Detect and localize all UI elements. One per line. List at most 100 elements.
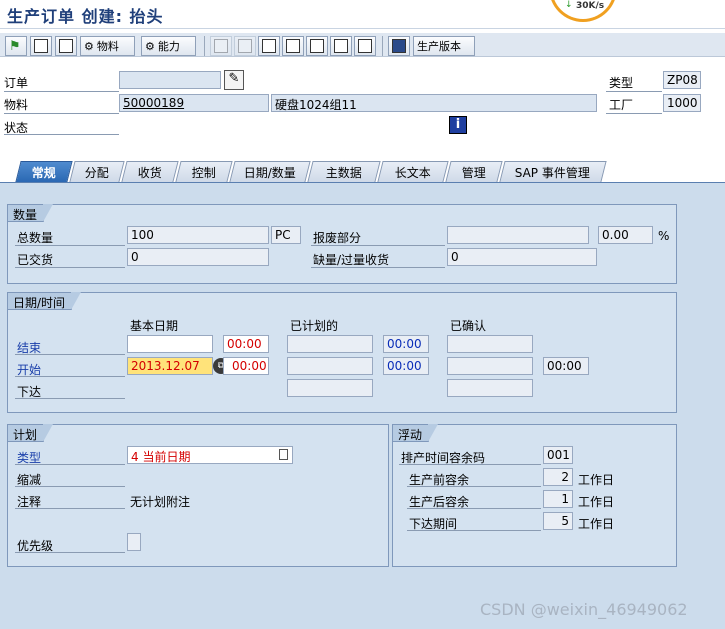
- start-confirmed-date: [447, 357, 533, 375]
- sequences-button[interactable]: [258, 36, 280, 56]
- operations-button[interactable]: [210, 36, 232, 56]
- after-underline: [407, 508, 541, 509]
- header-button[interactable]: [234, 36, 256, 56]
- finish-scheduled-time: 00:00: [383, 335, 429, 353]
- hierarchy-button[interactable]: [282, 36, 304, 56]
- margin-key-field: 001: [543, 446, 573, 464]
- tab-control[interactable]: 控制: [175, 161, 233, 182]
- finish-confirmed-date: [447, 335, 533, 353]
- order-underline: [4, 91, 119, 92]
- overview-icon: [392, 39, 406, 53]
- start-scheduled-time: 00:00: [383, 357, 429, 375]
- components-icon: ⚙: [84, 39, 94, 53]
- title-divider: [0, 28, 725, 29]
- package-button[interactable]: [354, 36, 376, 56]
- overview-button[interactable]: [388, 36, 410, 56]
- scrap-percent-field: 0.00: [598, 226, 653, 244]
- note-underline: [15, 508, 125, 509]
- scrap-field: [447, 226, 589, 244]
- float-after-unit: 工作日: [578, 495, 615, 509]
- finish-underline: [15, 354, 125, 355]
- release-confirmed-date: [447, 379, 533, 397]
- total-underline: [15, 245, 125, 246]
- plant-underline: [606, 113, 662, 114]
- info-icon[interactable]: i: [449, 116, 467, 134]
- display-doc-button[interactable]: [30, 36, 52, 56]
- type-label: 类型: [609, 76, 634, 90]
- capacity-button-label: 能力: [157, 40, 180, 53]
- start-time-input[interactable]: 00:00: [223, 357, 269, 375]
- status-underline: [4, 134, 119, 135]
- reduction-underline: [15, 486, 125, 487]
- short-excess-label: 缺量/过量收货: [313, 253, 390, 267]
- total-quantity-field: 100: [127, 226, 269, 244]
- finish-scheduled-date: [287, 335, 373, 353]
- start-date-input[interactable]: 2013.12.07: [127, 357, 213, 375]
- material-description: 硬盘1024组11: [271, 94, 597, 112]
- toolbar-separator: [204, 36, 205, 56]
- dropdown-icon[interactable]: [279, 449, 288, 460]
- basic-date-header: 基本日期: [130, 319, 179, 333]
- tab-goods-receipt[interactable]: 收货: [121, 161, 179, 182]
- tab-master-data[interactable]: 主数据: [307, 161, 381, 182]
- order-label: 订单: [4, 76, 29, 90]
- float-group-title: 浮动: [393, 424, 439, 442]
- start-confirmed-time: 00:00: [543, 357, 589, 375]
- type-underline-plan: [15, 464, 125, 465]
- table-button[interactable]: [55, 36, 77, 56]
- short-excess-field: 0: [447, 248, 597, 266]
- flag-button[interactable]: ⚑: [5, 36, 27, 56]
- material-input[interactable]: 50000189: [119, 94, 269, 112]
- start-underline: [15, 376, 125, 377]
- finish-date-input[interactable]: [127, 335, 213, 353]
- scheduled-header: 已计划的: [290, 319, 339, 333]
- order-type-field: ZP08: [663, 71, 701, 89]
- confirmed-header: 已确认: [450, 319, 487, 333]
- network-speed-text: 30K/s: [576, 1, 605, 11]
- download-arrow-icon: ↓: [565, 0, 573, 10]
- dates-group-title: 日期/时间: [8, 292, 82, 310]
- priority-underline: [15, 552, 125, 553]
- material-button[interactable]: ⚙ 物料: [80, 36, 135, 56]
- tab-administration[interactable]: 管理: [445, 161, 503, 182]
- quantity-group-title: 数量: [8, 204, 54, 222]
- tab-dates-quantities[interactable]: 日期/数量: [229, 161, 311, 182]
- production-version-button[interactable]: 生产版本: [413, 36, 475, 56]
- tab-general[interactable]: 常规: [15, 161, 73, 182]
- percent-sign: %: [658, 229, 670, 243]
- docs-button[interactable]: [330, 36, 352, 56]
- release-period-unit: 工作日: [578, 517, 615, 531]
- page-title: 生产订单 创建: 抬头: [7, 7, 164, 26]
- operations-icon: [214, 39, 228, 53]
- grid-icon: [59, 39, 73, 53]
- order-input[interactable]: [119, 71, 221, 89]
- tab-long-text[interactable]: 长文本: [377, 161, 449, 182]
- copy-button[interactable]: [306, 36, 328, 56]
- release-underline: [15, 398, 125, 399]
- document-icon: [34, 39, 48, 53]
- planning-group-title: 计划: [8, 424, 54, 442]
- finish-time-input[interactable]: 00:00: [223, 335, 269, 353]
- type-underline: [606, 91, 662, 92]
- note-value: 无计划附注: [130, 495, 191, 509]
- tab-sap-event-mgmt[interactable]: SAP 事件管理: [499, 161, 607, 182]
- margin-key-underline: [399, 464, 541, 465]
- scrap-underline: [311, 245, 445, 246]
- material-underline: [4, 113, 119, 114]
- edit-pencil-icon[interactable]: ✎: [224, 70, 244, 90]
- unit-field: PC: [271, 226, 301, 244]
- production-version-label: 生产版本: [417, 40, 461, 53]
- start-scheduled-date: [287, 357, 373, 375]
- delivered-field: 0: [127, 248, 269, 266]
- scheduling-type-select[interactable]: 4 当前日期: [127, 446, 293, 464]
- material-button-label: 物料: [96, 40, 119, 53]
- float-before-unit: 工作日: [578, 473, 615, 487]
- tab-assignment[interactable]: 分配: [69, 161, 125, 182]
- plant-field: 1000: [663, 94, 701, 112]
- documents-icon: [334, 39, 348, 53]
- material-label: 物料: [4, 98, 29, 112]
- total-quantity-label: 总数量: [17, 231, 54, 245]
- capacity-button[interactable]: ⚙ 能力: [141, 36, 196, 56]
- header-icon: [238, 39, 252, 53]
- release-scheduled-date: [287, 379, 373, 397]
